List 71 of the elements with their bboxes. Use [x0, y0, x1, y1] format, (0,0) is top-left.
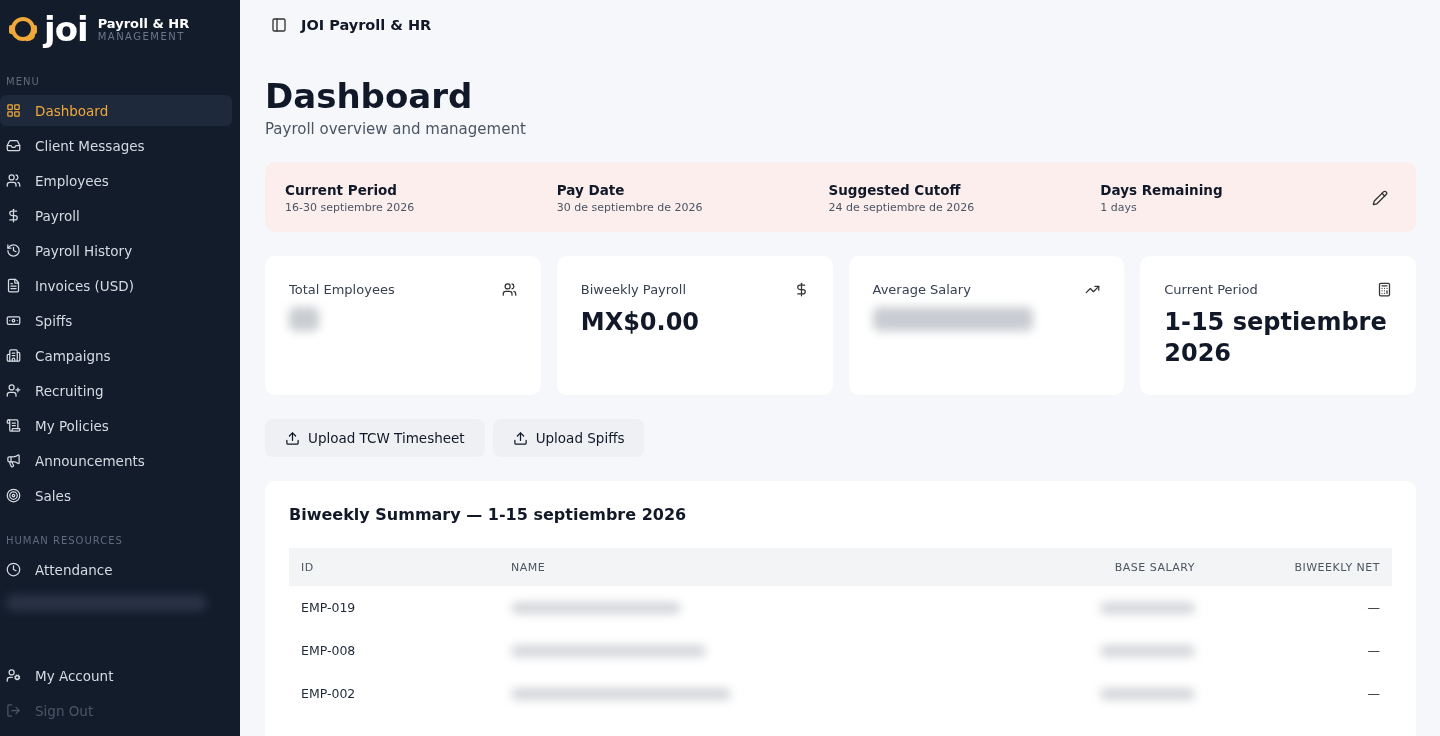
- nav-item[interactable]: Recruiting: [0, 375, 232, 406]
- table-cell: —: [1207, 586, 1392, 629]
- nav-item[interactable]: Campaigns: [0, 340, 232, 371]
- users-icon: [501, 282, 517, 297]
- inbox-icon: [6, 138, 21, 153]
- table-cell-text: EMP-008: [300, 642, 357, 660]
- users-icon: [6, 173, 21, 188]
- clock-icon: [6, 562, 21, 577]
- column-header: ID: [289, 548, 499, 586]
- target-icon: [6, 488, 21, 503]
- stat-label: Biweekly Payroll: [580, 282, 687, 297]
- app-title: Payroll & HR: [97, 16, 190, 31]
- nav-item[interactable]: Sales: [0, 480, 232, 511]
- nav-item[interactable]: Client Messages: [0, 130, 232, 161]
- section-heading: HUMAN RESOURCES: [5, 535, 124, 548]
- upload-icon: [285, 430, 300, 446]
- period-label: Days Remaining: [1100, 182, 1224, 198]
- upload-button[interactable]: Upload TCW Timesheet: [265, 419, 485, 457]
- nav-item[interactable]: Payroll: [0, 200, 232, 231]
- user-plus-icon: [6, 383, 21, 398]
- period-label: Suggested Cutoff: [828, 182, 962, 198]
- nav-item[interactable]: My Account: [0, 660, 232, 691]
- megaphone-icon: [6, 453, 21, 468]
- user-gear-icon: [6, 668, 21, 683]
- app-subtitle: MANAGEMENT: [97, 31, 186, 42]
- sidebar-toggle-button[interactable]: [271, 17, 287, 33]
- nav-item[interactable]: Spiffs: [0, 305, 232, 336]
- period-value: 24 de septiembre de 2026: [828, 201, 976, 214]
- period-value: 1 days: [1100, 201, 1138, 214]
- scroll-icon: [6, 418, 21, 433]
- document-icon: [6, 278, 21, 293]
- banknote-icon: [6, 313, 21, 328]
- upload-icon: [512, 430, 528, 446]
- stat-value: MX$0.00: [580, 307, 701, 338]
- period-value: 30 de septiembre de 2026: [556, 201, 704, 214]
- building-icon: [6, 348, 21, 363]
- column-header: BASE SALARY: [1037, 548, 1207, 586]
- edit-button[interactable]: [1372, 190, 1388, 206]
- stat-label: Total Employees: [289, 282, 395, 297]
- nav-item[interactable]: Dashboard: [0, 95, 232, 126]
- grid-icon: [6, 103, 21, 118]
- redacted-value: [289, 307, 319, 331]
- summary-title: Biweekly Summary — 1-15 septiembre 2026: [289, 505, 688, 524]
- logout-icon: [6, 703, 21, 718]
- page-title: Dashboard: [265, 76, 474, 116]
- period-value: 16-30 septiembre 2026: [285, 201, 416, 214]
- period-label: Pay Date: [556, 182, 626, 198]
- logo-wordmark: joi: [44, 12, 88, 46]
- table-cell-text: —: [1366, 685, 1381, 703]
- column-header: BIWEEKLY NET: [1207, 548, 1392, 586]
- table-cell-text: —: [1366, 642, 1381, 660]
- period-label: Current Period: [285, 182, 399, 198]
- nav-item[interactable]: Announcements: [0, 445, 232, 476]
- stat-label: Average Salary: [872, 282, 971, 297]
- nav-item[interactable]: My Policies: [0, 410, 232, 441]
- section-heading: MENU: [5, 76, 41, 89]
- calculator-icon: [1377, 282, 1392, 297]
- table-cell-text: EMP-002: [300, 685, 357, 703]
- nav-item[interactable]: Invoices (USD): [0, 270, 232, 301]
- nav-item[interactable]: Employees: [0, 165, 232, 196]
- column-header: NAME: [499, 548, 1037, 586]
- history-icon: [6, 243, 21, 258]
- nav-item[interactable]: Attendance: [0, 554, 232, 585]
- nav-item[interactable]: Payroll History: [0, 235, 232, 266]
- stat-label: Current Period: [1164, 282, 1258, 297]
- stat-value: 1-15 septiembre 2026: [1164, 307, 1388, 370]
- table-cell: EMP-019: [289, 586, 499, 629]
- dollar-icon: [6, 208, 21, 223]
- upload-button[interactable]: Upload Spiffs: [492, 419, 645, 457]
- app-title: JOI Payroll & HR: [301, 17, 432, 33]
- page-subtitle: Payroll overview and management: [265, 120, 527, 138]
